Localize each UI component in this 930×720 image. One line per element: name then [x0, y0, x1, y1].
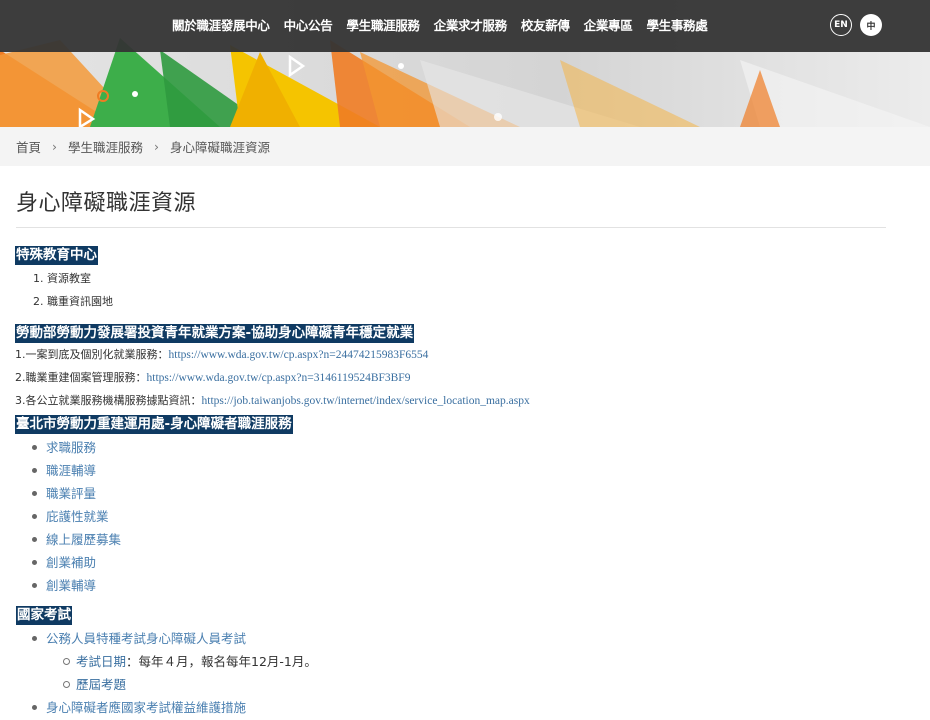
- nav-item-announcements[interactable]: 中心公告: [284, 15, 333, 34]
- list-item: 1.一案到底及個別化就業服務：https://www.wda.gov.tw/cp…: [15, 347, 428, 363]
- service-url-link[interactable]: https://www.wda.gov.tw/cp.aspx?n=2447421…: [169, 349, 429, 361]
- list-item[interactable]: 2. 職重資訊園地: [33, 294, 113, 310]
- nav-item-student-affairs[interactable]: 學生事務處: [646, 15, 707, 34]
- startup-subsidy-link[interactable]: 創業補助: [31, 554, 96, 572]
- list-item: 2.職業重建個案管理服務：https://www.wda.gov.tw/cp.a…: [15, 370, 410, 386]
- section-heading-taipei: 臺北市勞動力重建運用處-身心障礙者職涯服務: [15, 415, 293, 434]
- nav-item-student-career[interactable]: 學生職涯服務: [346, 15, 420, 34]
- startup-guidance-link[interactable]: 創業輔導: [31, 577, 96, 595]
- service-label: 1.一案到底及個別化就業服務：: [15, 348, 169, 361]
- service-url-link[interactable]: https://www.wda.gov.tw/cp.aspx?n=3146119…: [147, 372, 411, 384]
- exam-date-text: ：每年４月，報名每年12月-1月。: [126, 654, 317, 669]
- resource-classroom-link[interactable]: 資源教室: [47, 272, 91, 285]
- title-divider: [16, 227, 886, 228]
- list-item: 考試日期：每年４月，報名每年12月-1月。: [63, 653, 317, 671]
- breadcrumb: 首頁 › 學生職涯服務 › 身心障礙職涯資源: [0, 127, 930, 166]
- top-navigation-bar: 關於職涯發展中心 中心公告 學生職涯服務 企業求才服務 校友薪傳 企業專區 學生…: [0, 0, 930, 52]
- section-heading-labor-ministry: 勞動部勞動力發展署投資青年就業方案-協助身心障礙青年穩定就業: [15, 324, 415, 343]
- vocational-assessment-link[interactable]: 職業評量: [31, 485, 96, 503]
- breadcrumb-separator: ›: [154, 139, 160, 154]
- section-heading-special-education: 特殊教育中心: [15, 246, 98, 265]
- breadcrumb-current: 身心障礙職涯資源: [170, 140, 271, 155]
- list-item[interactable]: 歷屆考題: [62, 676, 126, 694]
- service-label: 2.職業重建個案管理服務：: [15, 371, 147, 384]
- sheltered-employment-link[interactable]: 庇護性就業: [32, 508, 109, 526]
- disability-civil-exam-link[interactable]: 公務人員特種考試身心障礙人員考試: [31, 630, 246, 648]
- exam-rights-protection-link[interactable]: 身心障礙者應國家考試權益維護措施: [31, 699, 246, 717]
- nav-item-about[interactable]: 關於職涯發展中心: [172, 15, 270, 34]
- nav-item-employer-services[interactable]: 企業求才服務: [434, 15, 508, 34]
- list-item[interactable]: 1. 資源教室: [33, 271, 91, 287]
- section-heading-national-exam: 國家考試: [16, 606, 72, 625]
- exam-date-link[interactable]: 考試日期: [76, 654, 126, 669]
- list-item: 3.各公立就業服務機構服務據點資訊：https://job.taiwanjobs…: [15, 393, 530, 409]
- service-url-link[interactable]: https://job.taiwanjobs.gov.tw/internet/i…: [202, 395, 530, 407]
- job-seeking-link[interactable]: 求職服務: [31, 439, 96, 457]
- nav-item-alumni[interactable]: 校友薪傳: [521, 15, 570, 34]
- language-en-button[interactable]: EN: [830, 14, 852, 36]
- service-label: 3.各公立就業服務機構服務據點資訊：: [15, 394, 202, 407]
- header-banner: 關於職涯發展中心 中心公告 學生職涯服務 企業求才服務 校友薪傳 企業專區 學生…: [0, 0, 930, 127]
- online-resume-link[interactable]: 線上履歷募集: [31, 531, 121, 549]
- past-exam-questions-link[interactable]: 歷屆考題: [76, 677, 126, 692]
- breadcrumb-separator: ›: [52, 139, 58, 154]
- breadcrumb-student-career[interactable]: 學生職涯服務: [68, 137, 143, 156]
- vocational-info-link[interactable]: 職重資訊園地: [47, 295, 113, 308]
- language-zh-button[interactable]: 中: [860, 14, 882, 36]
- career-counseling-link[interactable]: 職涯輔導: [31, 462, 96, 480]
- page-title: 身心障礙職涯資源: [16, 191, 197, 216]
- nav-item-enterprise[interactable]: 企業專區: [584, 15, 633, 34]
- breadcrumb-home[interactable]: 首頁: [16, 137, 41, 156]
